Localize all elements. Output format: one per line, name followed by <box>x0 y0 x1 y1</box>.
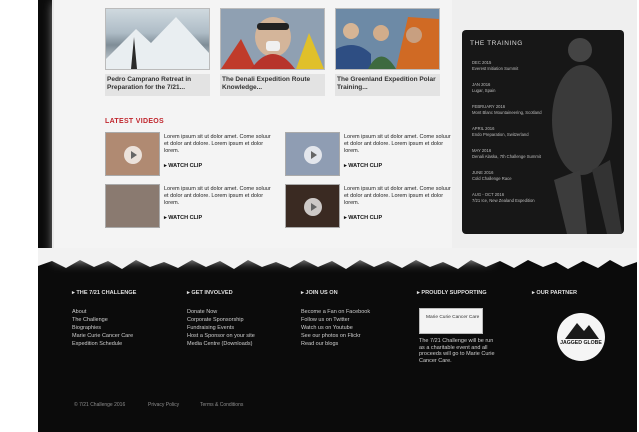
footer-heading: ▸ THE 7/21 CHALLENGE <box>72 290 137 296</box>
video-description: Lorem ipsum sit ut dolor amet. Come solu… <box>164 134 271 154</box>
video-thumbnail[interactable] <box>285 184 340 228</box>
charity-logo-text: Marie Curie Cancer Care <box>426 315 480 320</box>
article-thumbnail[interactable] <box>335 8 440 70</box>
training-event: JAN 2016 Lugar, Spain <box>472 82 496 93</box>
footer-link[interactable]: Become a Fan on Facebook <box>301 308 370 316</box>
footer-link[interactable]: Media Centre (Downloads) <box>187 340 255 348</box>
footer-link[interactable]: Fundraising Events <box>187 324 255 332</box>
article-caption[interactable]: The Denali Expedition Route Knowledge... <box>220 74 325 96</box>
mountain-icon <box>565 323 599 339</box>
footer-link[interactable]: Donate Now <box>187 308 255 316</box>
supporting-text: The 7/21 Challenge will be run as a char… <box>419 338 495 364</box>
partner-logo-text: JAGGED GLOBE <box>560 340 602 346</box>
video-description: Lorem ipsum sit ut dolor amet. Come solu… <box>344 134 451 154</box>
article-card-1[interactable]: Pedro Camprano Retreat in Preparation fo… <box>105 8 210 96</box>
charity-logo[interactable]: Marie Curie Cancer Care <box>419 308 483 334</box>
play-icon[interactable] <box>124 146 142 164</box>
footer-link[interactable]: Read our blogs <box>301 340 370 348</box>
video-item-1[interactable]: Lorem ipsum sit ut dolor amet. Come solu… <box>105 132 275 176</box>
watch-clip-link[interactable]: ▸ WATCH CLIP <box>164 163 202 169</box>
video-thumbnail[interactable] <box>105 184 160 228</box>
terms-link[interactable]: Terms & Conditions <box>200 402 243 408</box>
article-caption[interactable]: The Greenland Expedition Polar Training.… <box>335 74 440 96</box>
article-card-2[interactable]: The Denali Expedition Route Knowledge... <box>220 8 325 96</box>
footer-link[interactable]: See our photos on Flickr <box>301 332 370 340</box>
training-event: AUG - OCT 2016 7/21 Ice, New Zealand Expe… <box>472 192 535 203</box>
watch-clip-link[interactable]: ▸ WATCH CLIP <box>344 163 382 169</box>
training-event: DEC 2015 Everest Initiation Summit <box>472 60 519 71</box>
footer-col-get-involved: ▸ GET INVOLVED Donate Now Corporate Spon… <box>187 290 255 348</box>
footer-link[interactable]: Host a Sponsor on your site <box>187 332 255 340</box>
watch-clip-link[interactable]: ▸ WATCH CLIP <box>344 215 382 221</box>
footer-col-partner: ▸ OUR PARTNER <box>532 290 577 308</box>
footer-col-challenge: ▸ THE 7/21 CHALLENGE About The Challenge… <box>72 290 136 348</box>
privacy-policy-link[interactable]: Privacy Policy <box>148 402 179 408</box>
footer-heading: ▸ PROUDLY SUPPORTING <box>417 290 487 296</box>
training-panel: THE TRAINING DEC 2015 Everest Initiation … <box>462 30 624 234</box>
video-item-3[interactable]: Lorem ipsum sit ut dolor amet. Come solu… <box>105 184 275 228</box>
video-item-4[interactable]: Lorem ipsum sit ut dolor amet. Come solu… <box>285 184 455 228</box>
footer-link[interactable]: About <box>72 308 136 316</box>
article-thumbnail[interactable] <box>105 8 210 70</box>
footer-heading: ▸ GET INVOLVED <box>187 290 233 296</box>
footer-link[interactable]: Biographies <box>72 324 136 332</box>
training-event: FEBRUARY 2016 Mont Blanc Mountaineering, … <box>472 104 542 115</box>
copyright-text: © 7/21 Challenge 2016 <box>74 402 126 408</box>
footer-heading: ▸ JOIN US ON <box>301 290 338 296</box>
latest-videos-heading: LATEST VIDEOS <box>105 118 164 125</box>
watch-clip-link[interactable]: ▸ WATCH CLIP <box>164 215 202 221</box>
play-icon[interactable] <box>304 198 322 216</box>
video-item-2[interactable]: Lorem ipsum sit ut dolor amet. Come solu… <box>285 132 455 176</box>
training-title: THE TRAINING <box>470 40 523 47</box>
training-event: JUNE 2016 Cold Challenge Race <box>472 170 512 181</box>
play-icon[interactable] <box>304 146 322 164</box>
footer-link[interactable]: Corporate Sponsorship <box>187 316 255 324</box>
article-caption[interactable]: Pedro Camprano Retreat in Preparation fo… <box>105 74 210 96</box>
footer-col-join-us: ▸ JOIN US ON Become a Fan on Facebook Fo… <box>301 290 370 348</box>
article-thumbnail[interactable] <box>220 8 325 70</box>
training-event: MAY 2016 Denali Alaska, 7th Challenge Sum… <box>472 148 541 159</box>
footer-heading: ▸ OUR PARTNER <box>532 290 577 296</box>
footer-link[interactable]: The Challenge <box>72 316 136 324</box>
article-card-3[interactable]: The Greenland Expedition Polar Training.… <box>335 8 440 96</box>
footer-link[interactable]: Follow us on Twitter <box>301 316 370 324</box>
page-frame: Pedro Camprano Retreat in Preparation fo… <box>38 0 637 432</box>
footer-link[interactable]: Marie Curie Cancer Care <box>72 332 136 340</box>
footer-col-supporting: ▸ PROUDLY SUPPORTING <box>417 290 487 308</box>
video-description: Lorem ipsum sit ut dolor amet. Come solu… <box>344 186 451 206</box>
footer-link[interactable]: Watch us on Youtube <box>301 324 370 332</box>
training-event: APRIL 2016 Endo Preparation, Switzerland <box>472 126 529 137</box>
footer-link[interactable]: Expedition Schedule <box>72 340 136 348</box>
torn-edge-divider <box>38 248 637 269</box>
video-thumbnail[interactable] <box>285 132 340 176</box>
video-description: Lorem ipsum sit ut dolor amet. Come solu… <box>164 186 271 206</box>
video-thumbnail[interactable] <box>105 132 160 176</box>
partner-logo[interactable]: JAGGED GLOBE <box>557 313 605 361</box>
